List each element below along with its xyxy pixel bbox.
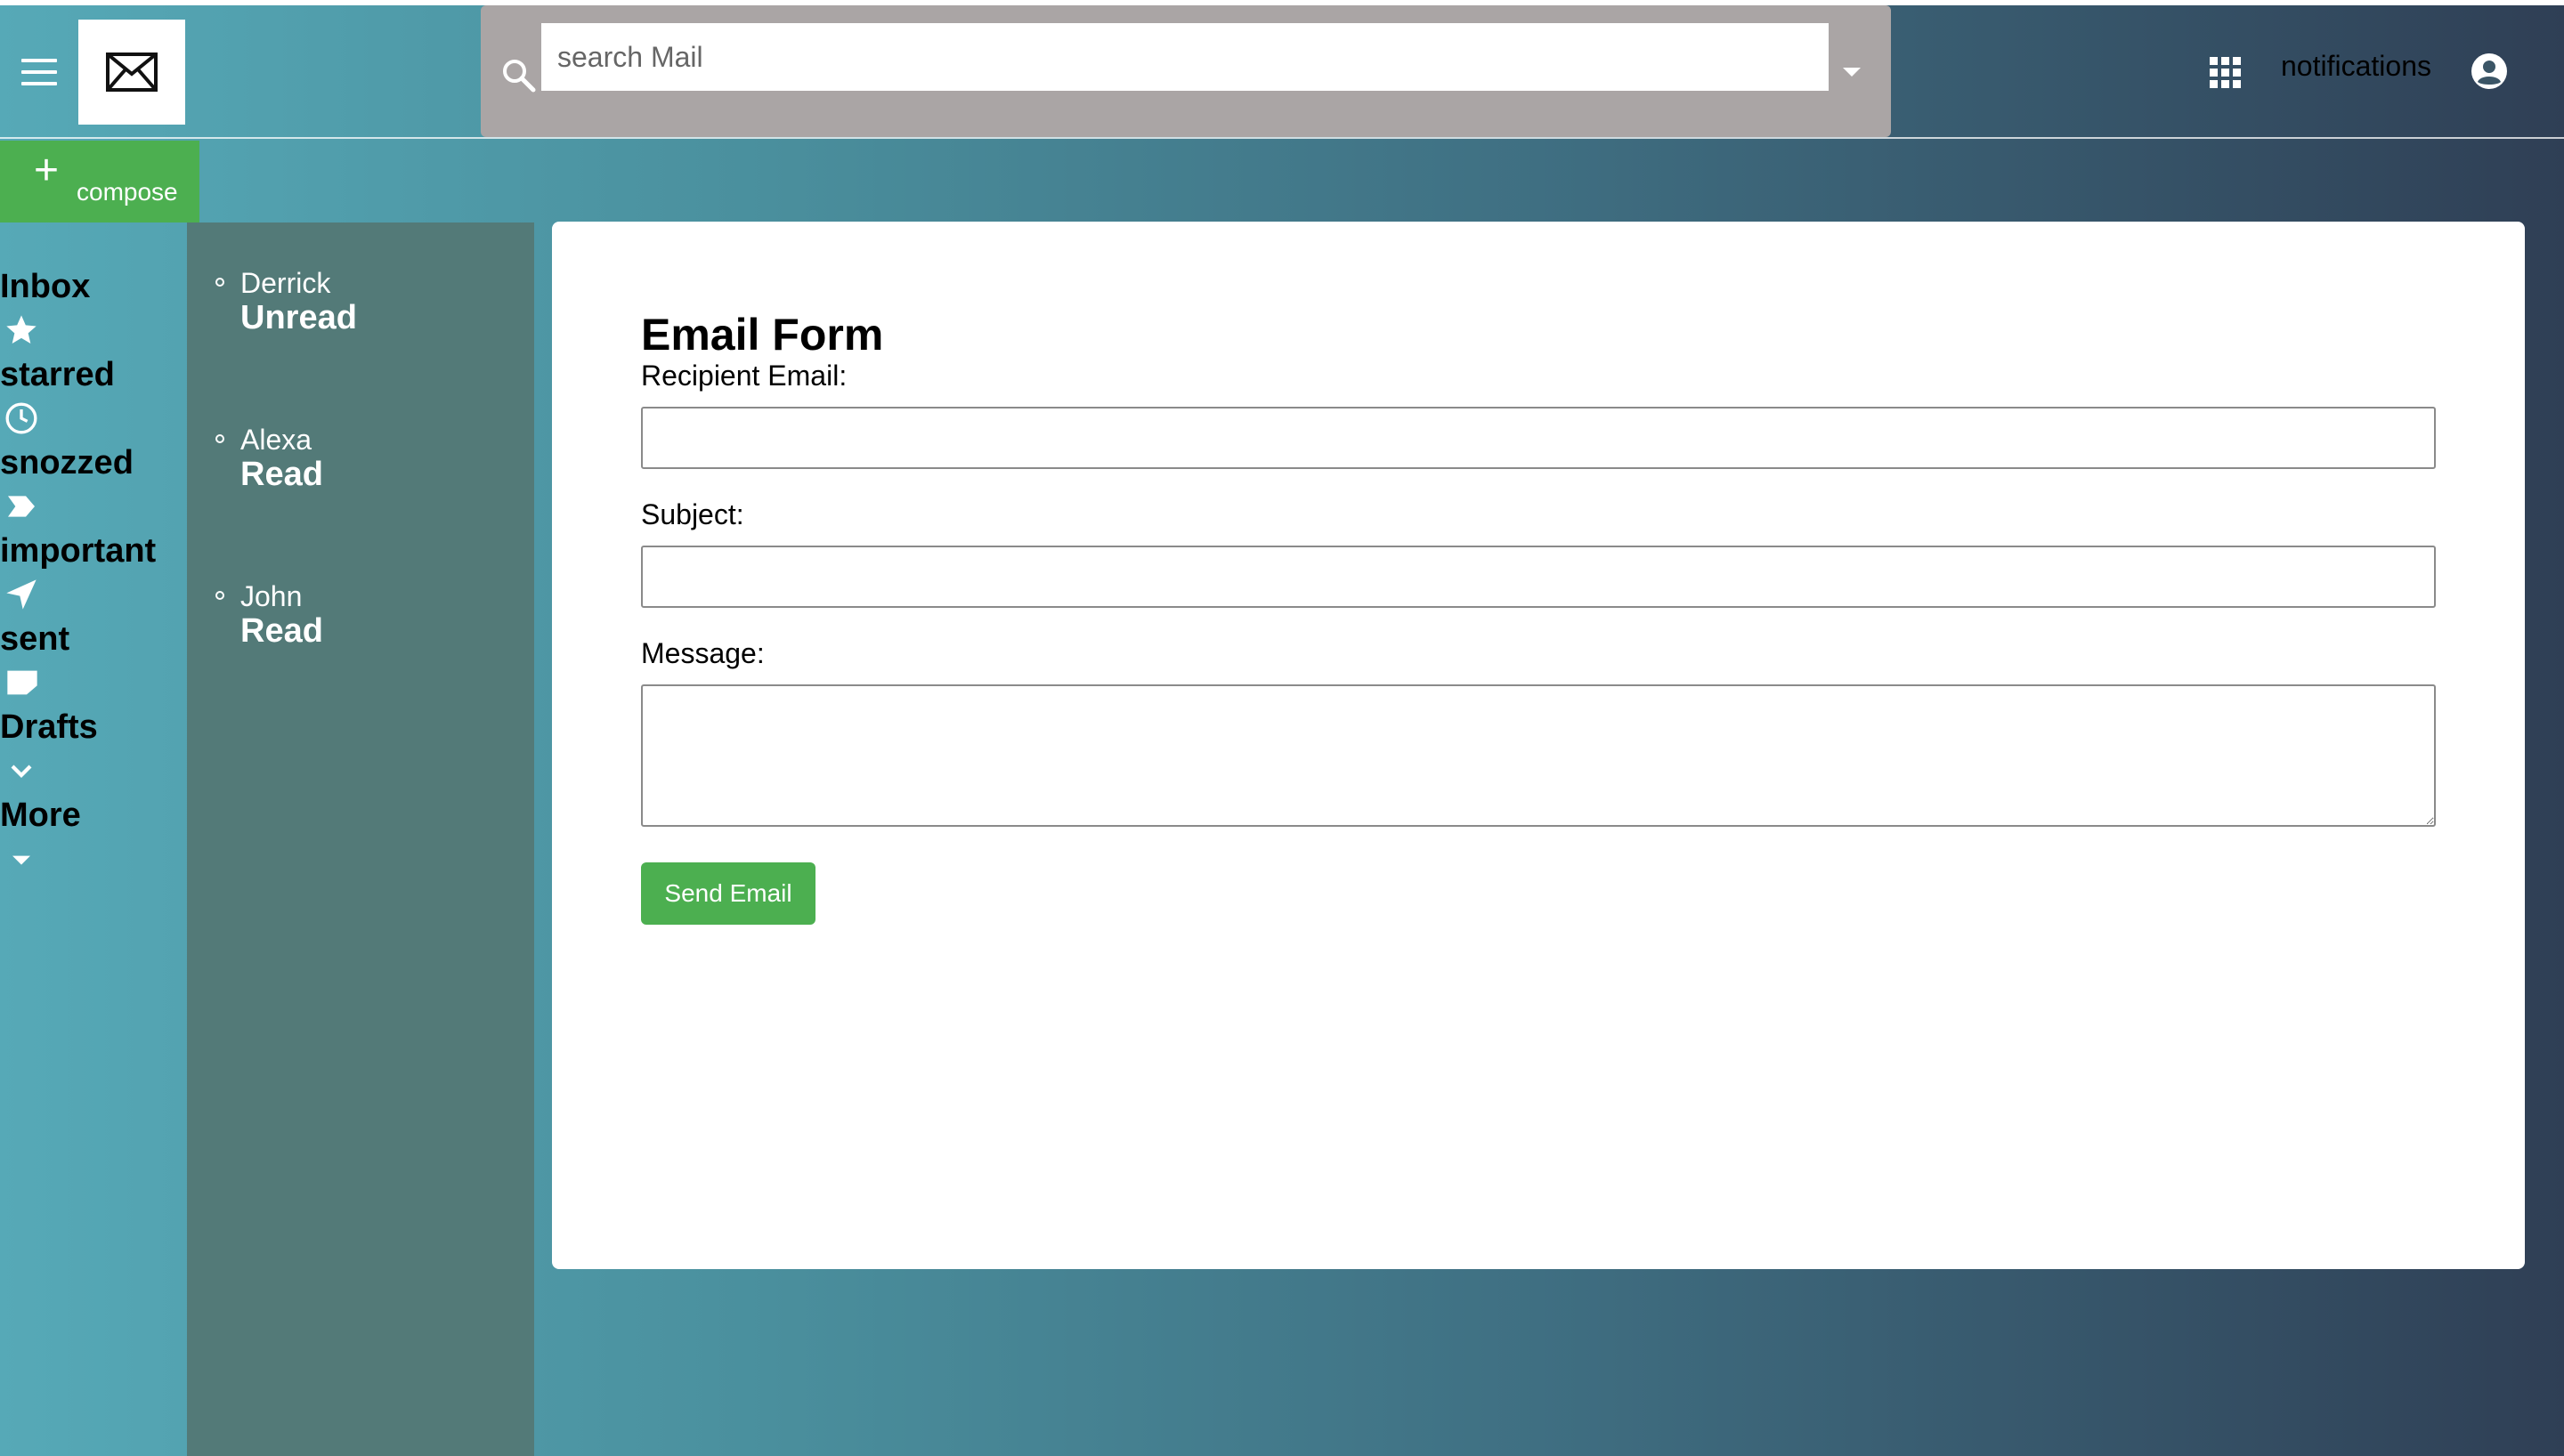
draft-icon[interactable] (0, 660, 185, 708)
nav-item-starred[interactable]: starred (0, 355, 185, 396)
bullet-icon (215, 434, 224, 443)
clock-icon[interactable] (0, 396, 185, 443)
send-email-button[interactable]: Send Email (641, 862, 815, 925)
bullet-icon (215, 591, 224, 600)
label-arrow-icon[interactable] (0, 484, 185, 531)
email-sender: John (240, 580, 303, 612)
plus-icon: + (34, 147, 60, 194)
recipient-email-field[interactable] (641, 407, 2436, 469)
recipient-label: Recipient Email: (641, 360, 848, 392)
subject-field[interactable] (641, 546, 2436, 608)
nav-item-important[interactable]: important (0, 531, 185, 572)
message-field[interactable] (641, 684, 2436, 827)
chevron-down-icon[interactable] (0, 748, 185, 796)
header-divider (0, 137, 2564, 139)
star-icon[interactable] (0, 308, 185, 355)
nav-item-snoozed[interactable]: snozzed (0, 443, 185, 484)
subject-label: Subject: (641, 498, 744, 530)
envelope-icon (106, 53, 158, 92)
email-status: Read (240, 456, 323, 493)
apps-grid-icon[interactable] (2210, 57, 2242, 89)
compose-button[interactable]: + compose (0, 141, 199, 222)
bullet-icon (215, 278, 224, 287)
nav-item-drafts[interactable]: Drafts (0, 708, 185, 748)
nav-item-inbox[interactable]: Inbox (0, 267, 185, 308)
account-circle-icon[interactable] (2470, 52, 2509, 91)
email-list: Derrick Unread Alexa Read John Read (187, 222, 534, 1456)
search-input[interactable] (541, 23, 1829, 91)
nav-item-sent[interactable]: sent (0, 619, 185, 660)
notifications-link[interactable]: notifications (2281, 50, 2431, 83)
message-label: Message: (641, 637, 765, 669)
nav-item-more[interactable]: More (0, 796, 185, 837)
email-status: Read (240, 612, 323, 650)
email-sender: Alexa (240, 424, 312, 456)
email-status: Unread (240, 299, 357, 336)
compose-label: compose (77, 178, 178, 206)
mail-logo[interactable] (78, 20, 185, 125)
form-title: Email Form (641, 310, 884, 360)
send-icon[interactable] (0, 572, 185, 619)
search-bar (481, 5, 1891, 137)
sidebar-nav: Inbox starred snozzed important sent Dra… (0, 267, 185, 884)
email-sender: Derrick (240, 267, 331, 299)
caret-down-icon[interactable] (0, 837, 185, 884)
email-form-card: Email Form Recipient Email: Subject: Mes… (552, 222, 2525, 1269)
hamburger-menu-icon[interactable] (21, 59, 57, 85)
search-icon[interactable] (500, 57, 538, 94)
search-options-caret-icon[interactable] (1843, 68, 1861, 77)
